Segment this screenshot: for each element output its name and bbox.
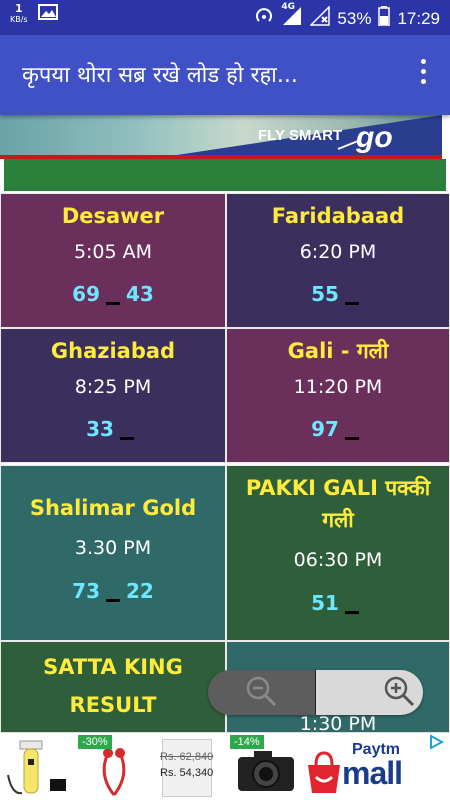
paytm-mall-logo[interactable]: Paytm mall xyxy=(304,741,446,797)
signal-icon: 4G xyxy=(281,2,303,31)
app-bar: कृपया थोरा सब्र रखे लोड हो रहा... xyxy=(0,35,450,115)
ad-product-camera[interactable]: -14% xyxy=(230,735,302,799)
ad-product-phone[interactable]: Rs. 62,840 Rs. 54,340 xyxy=(154,735,226,799)
result-card-ghaziabad[interactable]: Ghaziabad 8:25 PM 33 xyxy=(0,328,226,463)
zoom-in-icon xyxy=(382,674,416,712)
ad-bottom-strip xyxy=(4,159,446,191)
page-title: कृपया थोरा सब्र रखे लोड हो रहा... xyxy=(22,63,298,88)
trimmer-icon xyxy=(7,740,66,795)
battery-percent: 53% xyxy=(337,8,372,28)
result-card-desawer[interactable]: Desawer 5:05 AM 69 43 xyxy=(0,193,226,328)
image-icon xyxy=(37,3,58,25)
adchoices-icon[interactable] xyxy=(428,734,445,750)
network-speed: 1 KB/s xyxy=(10,2,28,25)
ad-tagline: FLY SMART xyxy=(258,127,343,144)
result-card-satta-king[interactable]: SATTA KING RESULT xyxy=(0,641,226,741)
bottom-ad-banner[interactable]: -30% Rs. 62,840 Rs. 54,340 -14% Paytm ma… xyxy=(0,732,450,800)
zoom-in-button[interactable] xyxy=(315,670,423,715)
ad-product-trimmer[interactable] xyxy=(2,735,74,799)
ad-product-earphones[interactable]: -30% xyxy=(78,735,150,799)
shopping-bag-icon xyxy=(308,751,340,793)
clock: 17:29 xyxy=(397,8,440,28)
zoom-out-button[interactable] xyxy=(208,670,316,715)
result-card-shalimar-gold[interactable]: Shalimar Gold 3.30 PM 73 22 xyxy=(0,465,226,641)
result-card-gali[interactable]: Gali - गली 11:20 PM 97 xyxy=(226,328,450,463)
goair-logo-icon: go xyxy=(337,121,393,153)
result-card-faridabaad[interactable]: Faridabaad 6:20 PM 55 xyxy=(226,193,450,328)
battery-icon xyxy=(378,6,391,31)
status-bar: 1 KB/s 4G 53% 17:29 xyxy=(0,0,450,35)
no-sim-signal-icon xyxy=(309,5,331,31)
result-card-pakki-gali[interactable]: PAKKI GALI पक्की गली 06:30 PM 51 xyxy=(226,465,450,641)
zoom-out-icon xyxy=(244,674,278,712)
hotspot-icon xyxy=(254,6,274,31)
overflow-menu-icon[interactable] xyxy=(418,59,428,89)
svg-text:go: go xyxy=(355,121,393,153)
top-ad-banner[interactable]: FLY SMART go xyxy=(0,115,450,195)
zoom-control xyxy=(208,670,423,715)
